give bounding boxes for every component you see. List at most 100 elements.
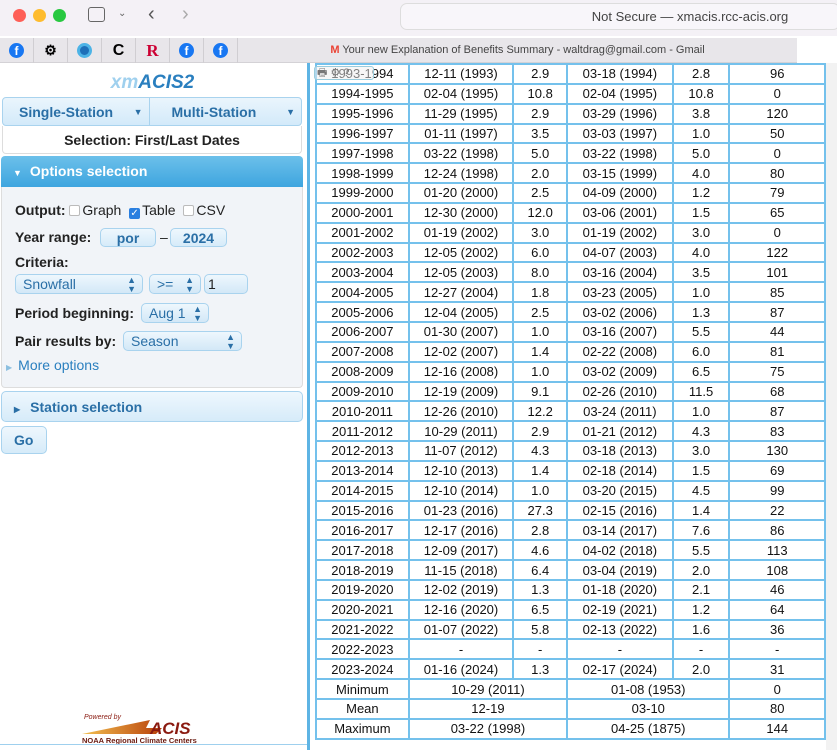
updown-icon: ▲ ▼	[193, 304, 202, 323]
facebook-icon: f	[179, 43, 194, 58]
table-cell: 7.6	[671, 519, 731, 542]
table-cell: 113	[728, 539, 826, 562]
table-cell: 02-17 (2024)	[566, 658, 674, 681]
table-row: 2019-2020 12-02 (2019) 1.3 01-18 (2020) 2.1 4…	[315, 578, 826, 601]
table-row: 2006-2007 01-30 (2007) 1.0 03-16 (2007) 5.5 4…	[315, 320, 826, 343]
table-cell: 99	[728, 479, 826, 502]
bookmark-rutgers[interactable]: R	[136, 38, 170, 63]
table-cell: 3.0	[671, 440, 731, 462]
table-cell: 1.4	[512, 459, 569, 482]
table-cell: 108	[728, 559, 826, 581]
table-cell: 2021-2022	[315, 618, 410, 641]
summary-cell: 01-08 (1953)	[566, 678, 731, 700]
table-cell: 2003-2004	[315, 261, 410, 284]
bookmark-facebook-2[interactable]: f	[170, 38, 204, 63]
pair-results-select[interactable]: Season ▲ ▼	[123, 331, 242, 351]
bookmark-cummins[interactable]: C	[102, 38, 136, 63]
table-cell: 9.1	[512, 380, 569, 403]
go-button[interactable]: Go	[1, 426, 47, 454]
table-cell: 83	[728, 420, 826, 443]
table-cell: 85	[728, 281, 826, 304]
table-cell: 0	[728, 142, 826, 165]
bookmark-facebook-3[interactable]: f	[204, 38, 238, 63]
table-row: 2004-2005 12-27 (2004) 1.8 03-23 (2005) 1.0 8…	[315, 281, 826, 304]
criteria-label: Criteria:	[15, 254, 69, 270]
table-cell: 46	[728, 578, 826, 601]
table-cell: 50	[728, 122, 826, 145]
bookmark-noaa[interactable]	[68, 38, 102, 63]
minimize-window-button[interactable]	[33, 9, 46, 22]
criteria-element-select[interactable]: Snowfall ▲ ▼	[15, 274, 143, 294]
table-cell: 80	[728, 162, 826, 185]
summary-cell: Minimum	[315, 678, 410, 700]
rutgers-icon: R	[146, 40, 159, 60]
table-cell: 01-30 (2007)	[407, 320, 515, 343]
bookmark-facebook[interactable]: f	[0, 38, 34, 63]
table-cell: 2008-2009	[315, 360, 410, 383]
table-cell: 2018-2019	[315, 559, 410, 581]
table-cell: 120	[728, 102, 826, 125]
table-cell: 03-16 (2007)	[566, 320, 674, 343]
year-range-separator: –	[160, 229, 168, 245]
panel-splitter[interactable]	[307, 63, 310, 750]
table-row: 2011-2012 10-29 (2011) 2.9 01-21 (2012) 4.3 8…	[315, 420, 826, 443]
table-cell: 5.5	[671, 320, 731, 343]
period-beginning-select[interactable]: Aug 1 ▲ ▼	[141, 303, 209, 323]
gmail-tab[interactable]: M Your new Explanation of Benefits Summa…	[238, 38, 797, 62]
summary-row: Maximum 03-22 (1998) 04-25 (1875) 144	[315, 717, 826, 740]
table-cell: 2.8	[512, 519, 569, 542]
csv-checkbox[interactable]: CSV	[183, 202, 225, 218]
table-row: 2012-2013 11-07 (2012) 4.3 03-18 (2013) 3.0 1…	[315, 440, 826, 462]
more-options-toggle[interactable]: ▶ More options	[6, 357, 99, 373]
print-icon[interactable]: 🖶 ⚙ ?	[314, 66, 374, 80]
criteria-operator-select[interactable]: >= ▲ ▼	[149, 274, 201, 294]
criteria-value-input[interactable]: 1	[204, 274, 248, 294]
table-cell: 86	[728, 519, 826, 542]
table-cell: -	[671, 638, 731, 661]
table-cell: 3.8	[671, 102, 731, 125]
forward-icon[interactable]: ›	[182, 3, 189, 26]
noaa-icon	[77, 43, 92, 58]
table-cell: 03-14 (2017)	[566, 519, 674, 542]
divider	[0, 744, 307, 745]
close-window-button[interactable]	[13, 9, 26, 22]
table-cell: 2016-2017	[315, 519, 410, 542]
table-cell: 79	[728, 182, 826, 204]
year-end-input[interactable]: 2024	[170, 228, 227, 247]
bookmark-gear[interactable]: ⚙	[34, 38, 68, 63]
scrollbar[interactable]	[826, 63, 837, 750]
table-cell: 03-16 (2004)	[566, 261, 674, 284]
table-row: 2013-2014 12-10 (2013) 1.4 02-18 (2014) 1.5 6…	[315, 459, 826, 482]
address-bar[interactable]: Not Secure — xmacis.rcc-acis.org	[400, 3, 837, 30]
table-cell: 6.5	[671, 360, 731, 383]
sidebar-toggle-icon[interactable]	[88, 7, 105, 22]
table-row: 2010-2011 12-26 (2010) 12.2 03-24 (2011) 1.0…	[315, 400, 826, 423]
table-checkbox[interactable]: ✓ Table	[129, 202, 176, 219]
options-selection-header[interactable]: ▼ Options selection	[1, 156, 303, 187]
chevron-down-icon[interactable]: ⌄	[118, 8, 126, 19]
table-cell: 2000-2001	[315, 201, 410, 224]
table-row: 2007-2008 12-02 (2007) 1.4 02-22 (2008) 6.0 8…	[315, 340, 826, 363]
graph-checkbox[interactable]: Graph	[69, 202, 121, 218]
table-cell: 0	[728, 221, 826, 244]
multi-station-menu[interactable]: Multi-Station ▼	[148, 98, 302, 125]
table-cell: 44	[728, 320, 826, 343]
single-station-menu[interactable]: Single-Station ▼	[3, 98, 149, 125]
facebook-icon: f	[9, 43, 24, 58]
back-icon[interactable]: ‹	[148, 3, 155, 26]
table-cell: 87	[728, 400, 826, 423]
table-cell: 04-07 (2003)	[566, 241, 674, 264]
table-cell: 2.5	[512, 182, 569, 204]
table-row: 1996-1997 01-11 (1997) 3.5 03-03 (1997) 1.0 5…	[315, 122, 826, 145]
table-cell: 1.0	[671, 122, 731, 145]
year-start-input[interactable]: por	[100, 228, 156, 247]
zoom-window-button[interactable]	[53, 9, 66, 22]
table-cell: 01-16 (2024)	[407, 658, 515, 681]
table-cell: 2009-2010	[315, 380, 410, 403]
summary-cell: 12-19	[407, 698, 569, 720]
station-selection-header[interactable]: ▶ Station selection	[1, 391, 303, 422]
table-cell: 03-23 (2005)	[566, 281, 674, 304]
table-cell: 6.0	[671, 340, 731, 363]
table-cell: 2002-2003	[315, 241, 410, 264]
table-cell: 2.9	[512, 102, 569, 125]
